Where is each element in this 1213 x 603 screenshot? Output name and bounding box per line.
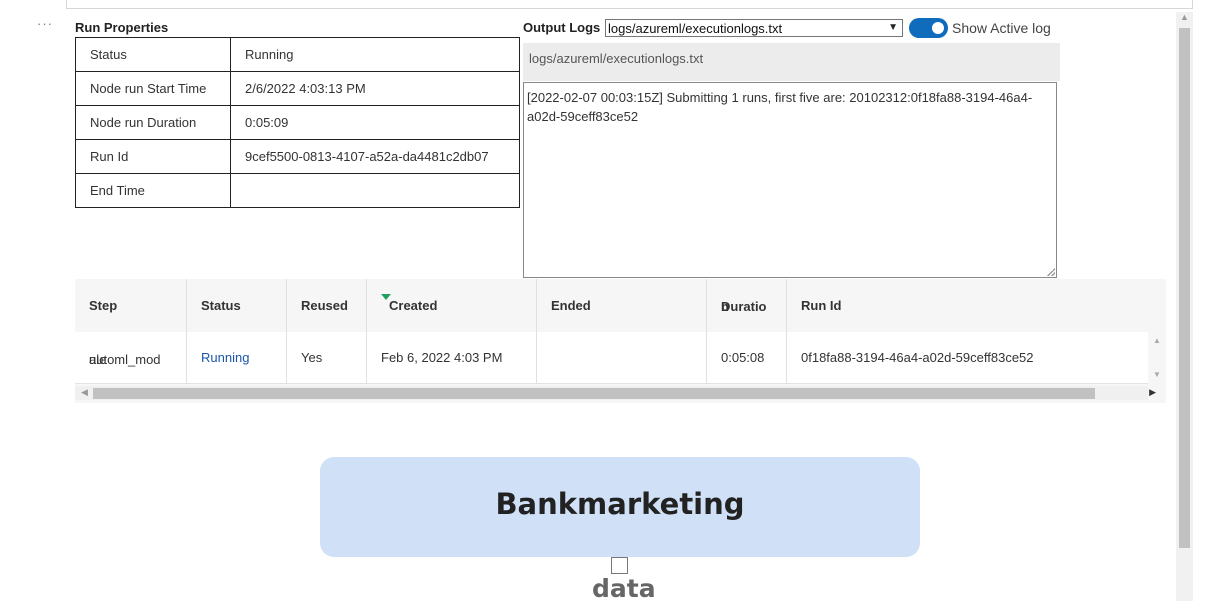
show-active-log-toggle[interactable] (909, 18, 948, 38)
log-content-text: [2022-02-07 00:03:15Z] Submitting 1 runs… (527, 90, 1033, 124)
property-key: Node run Duration (75, 105, 231, 140)
column-header-created[interactable]: Created (367, 279, 537, 332)
property-value: 0:05:09 (230, 105, 520, 140)
cell-more-icon[interactable]: ··· (37, 16, 53, 31)
toggle-knob (932, 22, 944, 34)
output-logs-title: Output Logs (523, 20, 601, 35)
log-path-display: logs/azureml/executionlogs.txt (523, 43, 1060, 81)
log-file-select[interactable]: logs/azureml/executionlogs.txt ▼ (605, 19, 903, 37)
column-header-status[interactable]: Status (187, 279, 287, 332)
column-header-run-id[interactable]: Run Id (787, 279, 1148, 332)
cell-status[interactable]: Running (187, 332, 287, 383)
property-value (230, 173, 520, 208)
property-key: Status (75, 37, 231, 72)
page-scrollbar-thumb[interactable] (1179, 28, 1190, 548)
cell-ended (537, 332, 707, 383)
resize-grip-icon[interactable] (1047, 268, 1055, 276)
table-row[interactable]: automl_mod ule Running Yes Feb 6, 2022 4:… (75, 332, 1148, 384)
run-properties-title: Run Properties (75, 20, 169, 35)
property-row-end-time: End Time (75, 173, 520, 208)
cell-reused: Yes (287, 332, 367, 383)
pipeline-node-bankmarketing[interactable]: Bankmarketing (320, 457, 920, 557)
chevron-down-icon: ▼ (888, 22, 898, 33)
scroll-up-icon[interactable]: ▲ (1180, 12, 1189, 22)
scroll-left-icon[interactable]: ◀ (81, 387, 88, 398)
cell-duration: 0:05:08 (707, 332, 787, 383)
property-row-run-id: Run Id 9cef5500-0813-4107-a52a-da4481c2d… (75, 139, 520, 174)
log-content-textarea[interactable]: [2022-02-07 00:03:15Z] Submitting 1 runs… (523, 82, 1057, 278)
scroll-right-icon[interactable]: ▶ (1149, 387, 1156, 398)
steps-grid-header: Step Status Reused Created Ended Duratio… (75, 279, 1148, 333)
property-row-duration: Node run Duration 0:05:09 (75, 105, 520, 140)
grid-vertical-scrollbar[interactable]: ▲ ▼ (1148, 332, 1166, 383)
property-key: End Time (75, 173, 231, 208)
show-active-log-label: Show Active log (952, 20, 1051, 36)
output-port[interactable] (611, 557, 628, 574)
scroll-up-icon[interactable]: ▲ (1153, 336, 1161, 345)
cell-run-id: 0f18fa88-3194-46a4-a02d-59ceff83ce52 (801, 350, 1034, 365)
steps-grid: Step Status Reused Created Ended Duratio… (75, 279, 1166, 403)
port-label: data (592, 574, 656, 603)
property-value: 9cef5500-0813-4107-a52a-da4481c2db07 (230, 139, 520, 174)
scroll-down-icon[interactable]: ▼ (1153, 370, 1161, 379)
column-header-step[interactable]: Step (75, 279, 187, 332)
property-row-status: Status Running (75, 37, 520, 72)
property-value: 2/6/2022 4:03:13 PM (230, 71, 520, 106)
pipeline-node-label: Bankmarketing (495, 487, 745, 521)
property-row-start-time: Node run Start Time 2/6/2022 4:03:13 PM (75, 71, 520, 106)
previous-cell-output (66, 0, 1193, 9)
property-key: Run Id (75, 139, 231, 174)
page-scrollbar[interactable]: ▲ (1176, 12, 1193, 601)
column-header-ended[interactable]: Ended (537, 279, 707, 332)
grid-horizontal-scrollbar[interactable]: ◀ ▶ (75, 386, 1156, 400)
property-key: Node run Start Time (75, 71, 231, 106)
status-value: Running (230, 37, 520, 72)
cell-created: Feb 6, 2022 4:03 PM (367, 332, 537, 383)
column-header-reused[interactable]: Reused (287, 279, 367, 332)
log-file-select-value: logs/azureml/executionlogs.txt (608, 21, 783, 36)
run-properties-table: Status Running Node run Start Time 2/6/2… (75, 37, 520, 208)
column-header-duration[interactable]: Duratio n (707, 279, 787, 332)
cell-step: automl_mod ule (75, 332, 187, 383)
scrollbar-thumb[interactable] (93, 388, 1095, 399)
log-path-text: logs/azureml/executionlogs.txt (529, 51, 704, 66)
